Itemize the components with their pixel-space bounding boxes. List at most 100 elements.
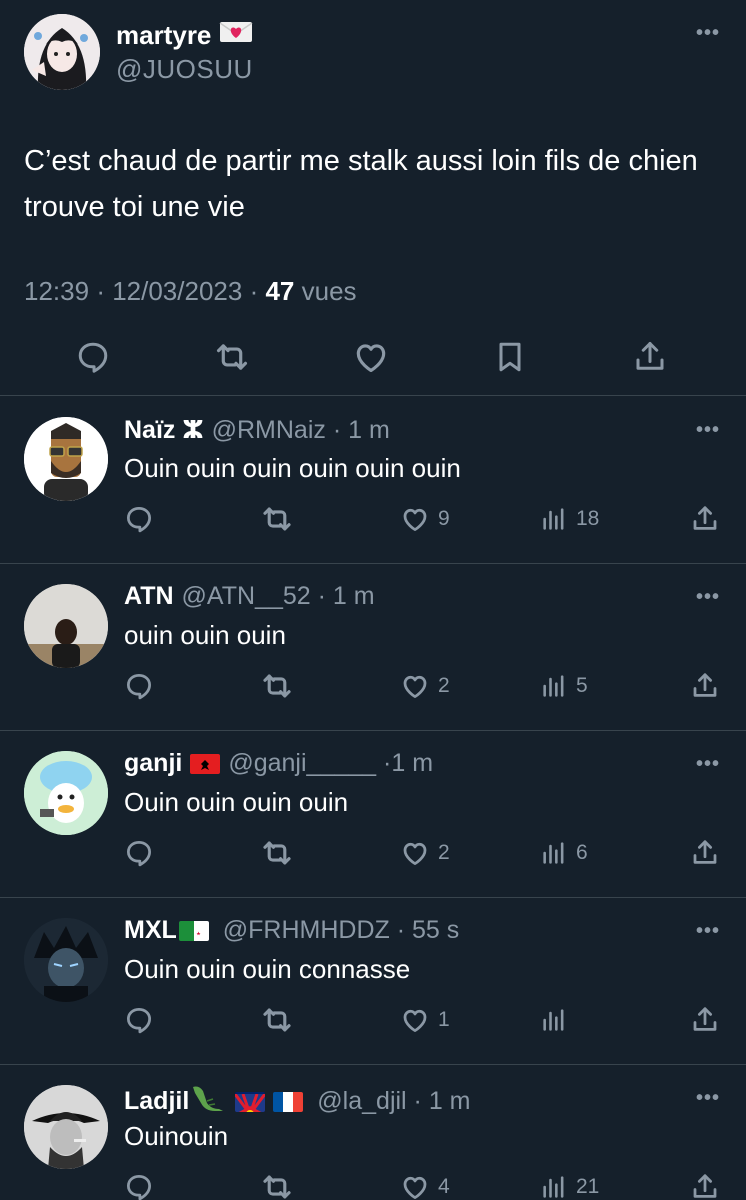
share-icon[interactable] (690, 835, 720, 871)
reply-age[interactable]: 1 m (429, 1087, 471, 1116)
reply-age[interactable]: 1 m (348, 416, 390, 445)
reply-tweet[interactable]: MXL @FRHMHDDZ · 55 s ••• Ouin ouin ouin … (0, 898, 746, 1065)
retweet-icon[interactable] (260, 501, 294, 537)
main-tweet: martyre @JUOSUU ••• C’est chaud de parti… (0, 0, 746, 396)
reply-icon[interactable] (70, 334, 116, 380)
love-letter-icon (219, 20, 253, 51)
reply-age[interactable]: 1 m (333, 582, 375, 611)
bookmark-icon[interactable] (487, 334, 533, 380)
like-button[interactable]: 4 (400, 1169, 450, 1200)
reply-icon[interactable] (124, 1169, 154, 1200)
reply-author-name[interactable]: MXL (124, 916, 177, 945)
like-button[interactable]: 9 (400, 501, 450, 537)
views-button[interactable]: 5 (540, 668, 588, 704)
tweet-date[interactable]: 12/03/2023 (112, 276, 242, 306)
more-icon[interactable]: ••• (696, 22, 720, 45)
reply-text: Ouinouin (124, 1121, 229, 1151)
reply-icon[interactable] (124, 1002, 154, 1038)
more-icon[interactable]: ••• (696, 920, 720, 943)
like-count: 2 (438, 674, 450, 697)
views-count: 6 (576, 841, 588, 864)
france-flag-icon (273, 1091, 304, 1112)
more-icon[interactable]: ••• (696, 419, 720, 442)
reunion-flag-icon (235, 1091, 266, 1112)
more-icon[interactable]: ••• (696, 1087, 720, 1110)
reply-actions: 9 18 (0, 501, 746, 541)
reply-author-handle[interactable]: @FRHMHDDZ (223, 916, 390, 945)
reply-actions: 2 6 (0, 835, 746, 875)
like-button[interactable]: 1 (400, 1002, 450, 1038)
like-icon (403, 1009, 427, 1032)
reply-author-name[interactable]: ganji (124, 749, 182, 778)
more-icon[interactable]: ••• (696, 586, 720, 609)
retweet-icon[interactable] (260, 1169, 294, 1200)
views-icon (543, 1176, 564, 1198)
like-icon[interactable] (348, 334, 394, 380)
retweet-icon[interactable] (260, 668, 294, 704)
views-button[interactable]: 18 (540, 501, 599, 537)
reply-author-handle[interactable]: @ATN__52 (182, 582, 311, 611)
tweet-actions (0, 334, 746, 384)
avatar[interactable] (24, 14, 100, 90)
views-button[interactable] (540, 1002, 576, 1038)
reply-author-handle[interactable]: @la_djil (317, 1087, 406, 1116)
like-icon (403, 508, 427, 531)
reply-icon[interactable] (124, 835, 154, 871)
views-count: 18 (576, 507, 600, 530)
reply-text: Ouin ouin ouin ouin (124, 787, 349, 817)
share-icon[interactable] (627, 334, 673, 380)
more-icon[interactable]: ••• (696, 753, 720, 776)
views-button[interactable]: 6 (540, 835, 588, 871)
views-button[interactable]: 21 (540, 1169, 599, 1200)
author-handle[interactable]: @JUOSUU (116, 54, 253, 85)
share-icon[interactable] (690, 1169, 720, 1200)
albania-flag-icon (190, 753, 221, 774)
reply-author-name[interactable]: Naïz ⵣ (124, 415, 204, 445)
share-icon[interactable] (690, 1002, 720, 1038)
share-icon[interactable] (690, 668, 720, 704)
reply-text: Ouin ouin ouin ouin ouin ouin (124, 453, 461, 483)
retweet-icon[interactable] (260, 835, 294, 871)
reply-tweet[interactable]: ATN @ATN__52 · 1 m ••• ouin ouin ouin 2 … (0, 564, 746, 731)
reply-author-handle[interactable]: @RMNaiz (212, 416, 326, 445)
reply-author-name[interactable]: ATN (124, 582, 174, 611)
reply-icon[interactable] (124, 501, 154, 537)
reply-author-handle[interactable]: @ganji_____ (228, 749, 376, 778)
avatar[interactable] (24, 584, 108, 668)
like-count: 4 (438, 1175, 450, 1198)
like-button[interactable]: 2 (400, 668, 450, 704)
avatar[interactable] (24, 918, 108, 1002)
tweet-time[interactable]: 12:39 (24, 276, 89, 306)
avatar[interactable] (24, 751, 108, 835)
reply-icon[interactable] (124, 668, 154, 704)
reply-header: Ladjil @la_djil · 1 m (124, 1083, 471, 1120)
like-icon (403, 842, 427, 865)
reply-header: MXL @FRHMHDDZ · 55 s (124, 916, 460, 945)
retweet-icon[interactable] (209, 334, 255, 380)
reply-text: Ouin ouin ouin connasse (124, 954, 411, 984)
like-count: 9 (438, 507, 450, 530)
avatar[interactable] (24, 417, 108, 501)
tweet-meta: 12:39 · 12/03/2023 · 47 vues (24, 276, 357, 306)
share-icon[interactable] (690, 501, 720, 537)
author-display-name[interactable]: martyre (116, 20, 211, 51)
reply-actions: 4 21 (0, 1169, 746, 1200)
reply-text: ouin ouin ouin (124, 620, 286, 650)
reply-tweet[interactable]: Ladjil @la_djil · 1 m ••• Ouinouin 4 21 (0, 1065, 746, 1200)
like-icon (403, 1176, 427, 1199)
reply-tweet[interactable]: ganji @ganji_____ · 1 m ••• Ouin ouin ou… (0, 731, 746, 898)
author-name[interactable]: martyre (116, 20, 253, 51)
views-count: 5 (576, 674, 588, 697)
views-icon (543, 508, 564, 530)
views-label: vues (301, 276, 357, 306)
reply-age[interactable]: 1 m (391, 749, 433, 778)
reply-header: ATN @ATN__52 · 1 m (124, 582, 375, 611)
avatar[interactable] (24, 1085, 108, 1169)
reply-tweet[interactable]: Naïz ⵣ @RMNaiz · 1 m ••• Ouin ouin ouin … (0, 397, 746, 564)
reply-author-name[interactable]: Ladjil (124, 1087, 189, 1116)
reply-age[interactable]: 55 s (412, 916, 459, 945)
like-button[interactable]: 2 (400, 835, 450, 871)
retweet-icon[interactable] (260, 1002, 294, 1038)
views-icon (543, 842, 564, 864)
reply-actions: 2 5 (0, 668, 746, 708)
